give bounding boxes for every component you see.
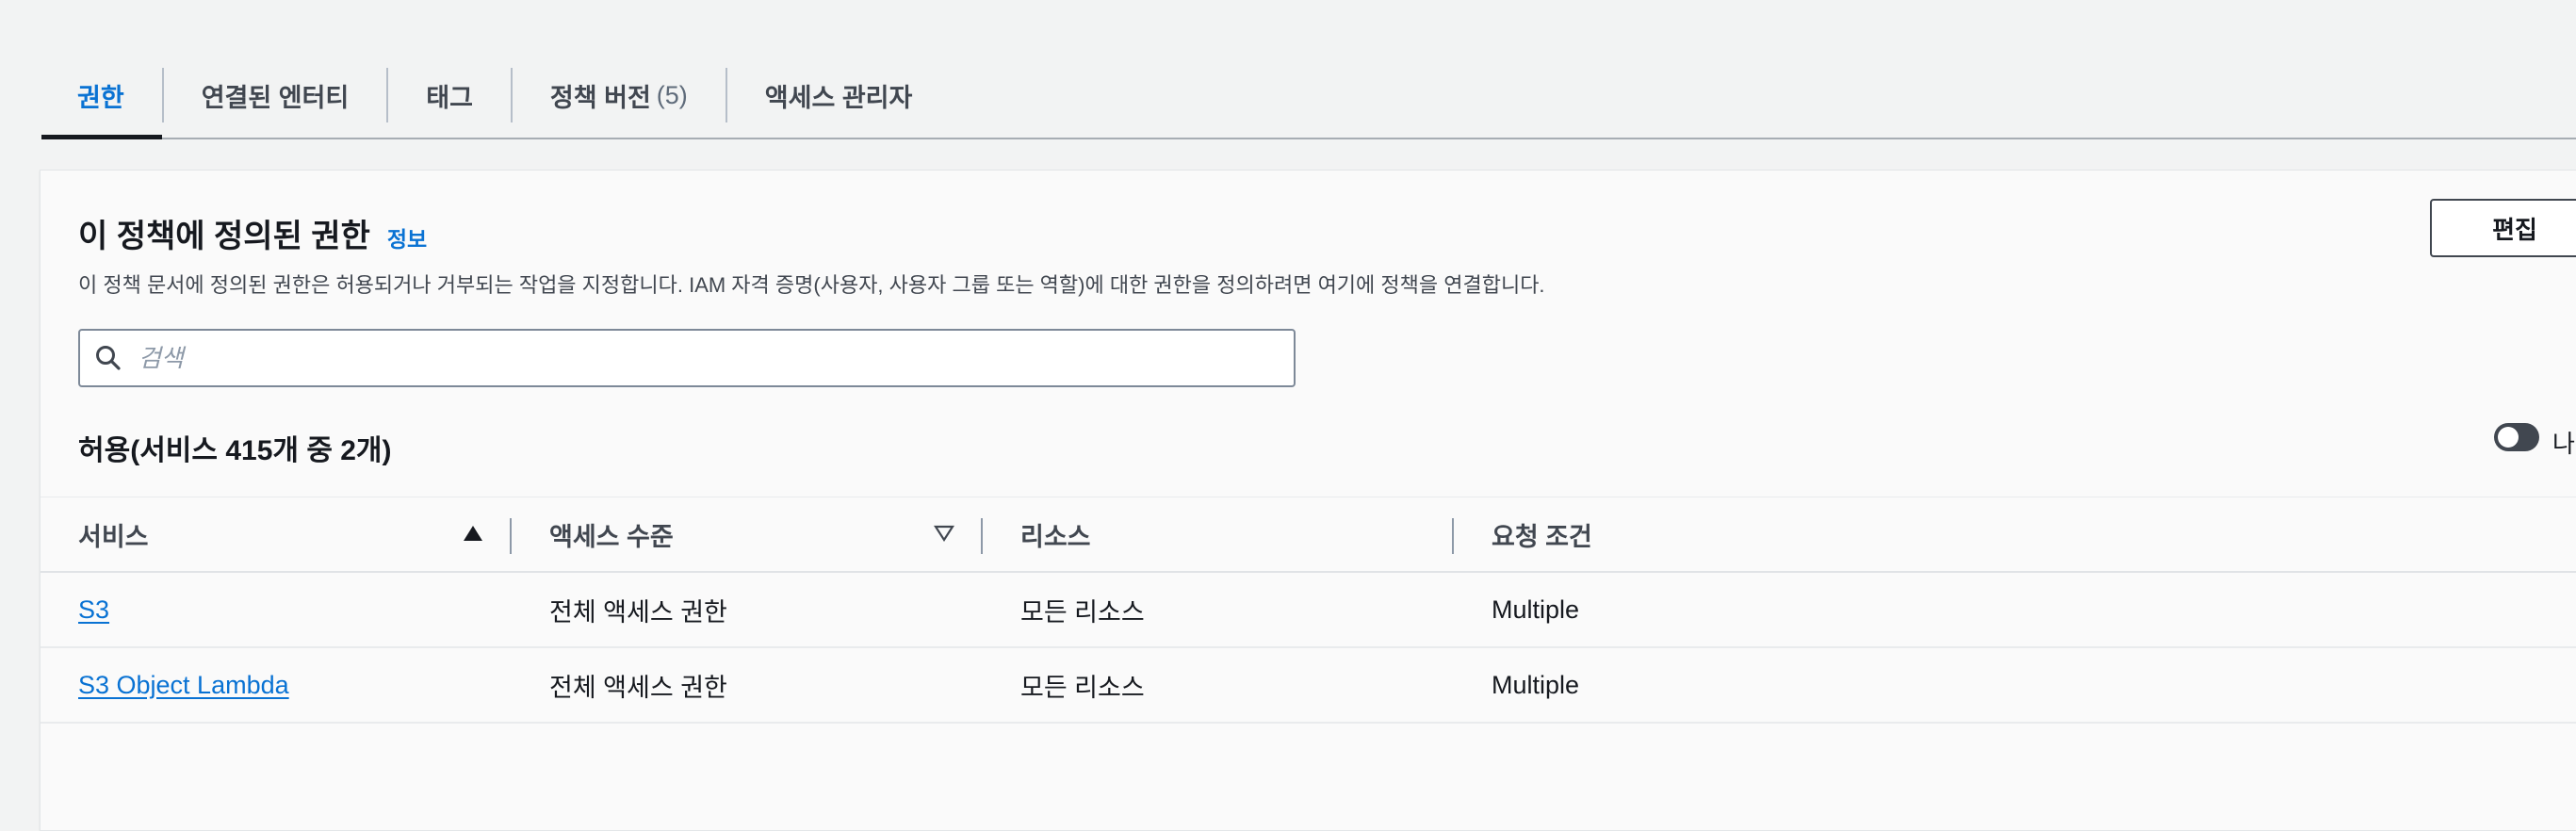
resource-cell: 모든 리소스 — [1020, 673, 1145, 702]
permissions-table: 서비스 액세스 수준 리소스 요청 조건 S3 전체 액세스 권한 모든 리소스… — [41, 497, 2576, 724]
sort-descending-icon[interactable] — [934, 524, 954, 543]
info-link[interactable]: 정보 — [387, 227, 427, 252]
column-header-condition[interactable]: 요청 조건 — [1492, 497, 1592, 571]
column-resizer[interactable] — [1452, 518, 1454, 554]
edit-button[interactable]: 편집 — [2430, 199, 2576, 257]
service-link[interactable]: S3 Object Lambda — [78, 671, 289, 700]
tab-policy-versions[interactable]: 정책 버전 (5) — [513, 54, 726, 137]
tab-permissions[interactable]: 권한 — [41, 54, 162, 139]
table-row: S3 전체 액세스 권한 모든 리소스 Multiple — [41, 573, 2576, 648]
toggle-switch[interactable] — [2494, 423, 2539, 451]
panel-description: 이 정책 문서에 정의된 권한은 허용되거나 거부되는 작업을 지정합니다. I… — [78, 273, 1545, 297]
table-header: 서비스 액세스 수준 리소스 요청 조건 — [41, 497, 2576, 573]
condition-cell: Multiple — [1492, 595, 1580, 624]
column-header-resource[interactable]: 리소스 — [1020, 497, 1091, 571]
column-header-access-level[interactable]: 액세스 수준 — [549, 497, 674, 571]
table-row: S3 Object Lambda 전체 액세스 권한 모든 리소스 Multip… — [41, 648, 2576, 724]
search-input[interactable] — [137, 330, 1294, 386]
allow-heading: 허용(서비스 415개 중 2개) — [78, 435, 392, 466]
permissions-panel: 이 정책에 정의된 권한 정보 이 정책 문서에 정의된 권한은 허용되거나 거부… — [40, 170, 2576, 831]
column-header-service[interactable]: 서비스 — [78, 497, 149, 571]
panel-title: 이 정책에 정의된 권한 정보 — [78, 219, 428, 254]
toggle-label: 나 — [2552, 430, 2575, 458]
tab-tags[interactable]: 태그 — [388, 54, 511, 137]
service-cell: S3 — [78, 573, 109, 646]
condition-cell: Multiple — [1492, 670, 1580, 699]
access-level-cell: 전체 액세스 권한 — [549, 597, 727, 627]
access-level-cell: 전체 액세스 권한 — [549, 673, 727, 702]
tab-access-advisor[interactable]: 액세스 관리자 — [727, 54, 951, 137]
tab-attached-entities[interactable]: 연결된 엔터티 — [164, 54, 387, 137]
column-resizer[interactable] — [510, 518, 512, 554]
search-icon — [80, 344, 137, 372]
resource-cell: 모든 리소스 — [1020, 597, 1145, 627]
tab-count: (5) — [656, 80, 688, 109]
sort-ascending-icon[interactable] — [463, 524, 483, 543]
search-field[interactable] — [78, 329, 1296, 387]
column-resizer[interactable] — [981, 518, 983, 554]
tab-bar: 권한 연결된 엔터티 태그 정책 버전 (5) 액세스 관리자 — [41, 53, 2576, 139]
service-link[interactable]: S3 — [78, 595, 109, 625]
service-cell: S3 Object Lambda — [78, 648, 289, 722]
